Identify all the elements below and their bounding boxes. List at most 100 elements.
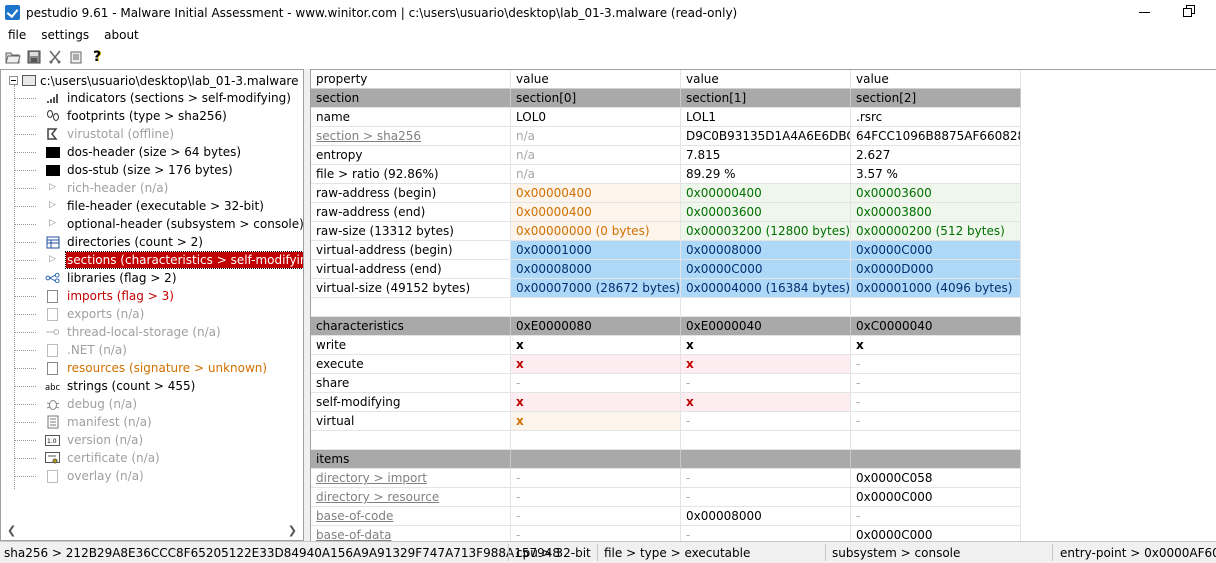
grid-cell-value: [681, 450, 851, 469]
grid-group-header[interactable]: items: [311, 450, 1021, 469]
grid-row[interactable]: directory > import - -0x0000C058: [311, 469, 1021, 488]
grid-row[interactable]: name LOL0 LOL1 .rsrc: [311, 108, 1021, 127]
cut-icon[interactable]: [46, 48, 64, 66]
tree-item-label: exports (n/a): [67, 307, 145, 321]
grid-cell-property: entropy: [311, 146, 511, 165]
virustotal-icon: [45, 127, 60, 141]
chevron-right-icon[interactable]: ▷: [49, 218, 56, 228]
grid-cell-value: 0x0000C000: [851, 526, 1021, 541]
scroll-right-icon[interactable]: ❯: [288, 524, 297, 537]
file-window-icon: [22, 75, 36, 86]
chevron-right-icon[interactable]: ▷: [49, 182, 56, 192]
chevron-right-icon[interactable]: ▷: [49, 254, 56, 264]
tree-horizontal-scrollbar[interactable]: ❮ ❯: [1, 523, 303, 540]
grid-cell-value: -: [681, 469, 851, 488]
grid-row[interactable]: base-of-code -0x00008000-: [311, 507, 1021, 526]
tree-item-label: sections (characteristics > self-modifyi…: [65, 251, 303, 269]
grid-cell-value: n/a: [511, 146, 681, 165]
grid-cell-property: file > ratio (92.86%): [311, 165, 511, 184]
directories-icon: [45, 235, 60, 249]
grid-cell-value: x: [511, 355, 681, 374]
grid-cell-value: x: [681, 355, 851, 374]
grid-cell-value: -: [851, 393, 1021, 412]
pestudio-app-icon: [5, 5, 20, 20]
grid-cell-value: 0x00003600: [851, 184, 1021, 203]
grid-cell-value: x: [851, 336, 1021, 355]
grid-cell-property: virtual-size (49152 bytes): [311, 279, 511, 298]
grid-row[interactable]: [311, 298, 1021, 317]
clipboard-icon[interactable]: [67, 48, 85, 66]
menu-about[interactable]: about: [96, 28, 146, 42]
grid-cell-value: 89.29 %: [681, 165, 851, 184]
grid-row[interactable]: execute x x -: [311, 355, 1021, 374]
help-icon[interactable]: ?: [88, 48, 106, 66]
grid-cell-property: base-of-code: [311, 507, 511, 526]
manifest-icon: [45, 415, 60, 429]
grid-row[interactable]: raw-address (end) 0x00000400 0x00003600 0x0…: [311, 203, 1021, 222]
grid-cell-value: 0x0000C000: [851, 488, 1021, 507]
grid-row[interactable]: raw-address (begin) 0x00000400 0x00000400 0…: [311, 184, 1021, 203]
grid-column-header[interactable]: property value value value: [311, 70, 1021, 89]
grid-cell-value: 0x0000C000: [851, 241, 1021, 260]
console-icon: [45, 164, 60, 176]
grid-row[interactable]: virtual-address (end) 0x00008000 0x0000C00…: [311, 260, 1021, 279]
grid-cell-property: characteristics: [311, 317, 511, 336]
grid-cell-value: 3.57 %: [851, 165, 1021, 184]
grid-row[interactable]: [311, 431, 1021, 450]
grid-cell-value: 0xC0000040: [851, 317, 1021, 336]
tree-item-label: optional-header (subsystem > console): [67, 217, 304, 231]
grid-group-header[interactable]: characteristics 0xE0000080 0xE0000040 0xC00…: [311, 317, 1021, 336]
grid-row[interactable]: entropy n/a 7.815 2.627: [311, 146, 1021, 165]
connector-icon: [45, 325, 60, 339]
sections-grid-pane: property value value value section section[0]…: [310, 69, 1216, 541]
grid-row[interactable]: virtual-address (begin) 0x00001000 0x00008…: [311, 241, 1021, 260]
menu-file[interactable]: file: [0, 28, 33, 42]
grid-cell-value: D9C0B93135D1A4A6E6DBCB...: [681, 127, 851, 146]
grid-row[interactable]: base-of-data - -0x0000C000: [311, 526, 1021, 541]
grid-row[interactable]: file > ratio (92.86%) n/a 89.29 % 3.57 %: [311, 165, 1021, 184]
grid-group-header[interactable]: section section[0] section[1] section[2]: [311, 89, 1021, 108]
grid-row[interactable]: section > sha256n/aD9C0B93135D1A4A6E6DBC…: [311, 127, 1021, 146]
grid-cell-property: raw-address (begin): [311, 184, 511, 203]
grid-row[interactable]: virtual-size (49152 bytes) 0x00007000 (28…: [311, 279, 1021, 298]
grid-cell-value: 0xE0000080: [511, 317, 681, 336]
grid-cell-value: x: [511, 393, 681, 412]
tree-item-label: rich-header (n/a): [67, 181, 169, 195]
grid-cell-value: n/a: [511, 127, 681, 146]
bug-icon: [45, 397, 60, 411]
grid-cell-value: value: [681, 70, 851, 89]
grid-cell-value: [851, 298, 1021, 317]
tree-item-label: thread-local-storage (n/a): [67, 325, 221, 339]
strings-icon: abc: [45, 379, 60, 393]
grid-cell-value: [681, 431, 851, 450]
grid-cell-property: section > sha256: [311, 127, 511, 146]
grid-cell-value: -: [681, 526, 851, 541]
tree-root[interactable]: c:\users\usuario\desktop\lab_01-3.malwar…: [9, 72, 298, 89]
tree-item-label: directories (count > 2): [67, 235, 203, 249]
collapse-icon[interactable]: [9, 76, 18, 85]
grid-row[interactable]: virtual x - -: [311, 412, 1021, 431]
grid-row[interactable]: raw-size (13312 bytes) 0x00000000 (0 byte…: [311, 222, 1021, 241]
tree-item-label: virustotal (offline): [67, 127, 175, 141]
grid-row[interactable]: self-modifying x x -: [311, 393, 1021, 412]
grid-cell-value: .rsrc: [851, 108, 1021, 127]
grid-row[interactable]: write x x x: [311, 336, 1021, 355]
minimize-icon[interactable]: [1138, 4, 1152, 18]
grid-cell-property: raw-size (13312 bytes): [311, 222, 511, 241]
scroll-left-icon[interactable]: ❮: [7, 524, 16, 537]
grid-cell-value: 0x0000C000: [681, 260, 851, 279]
grid-cell-property: section: [311, 89, 511, 108]
bar-chart-icon: [45, 91, 60, 105]
chevron-right-icon[interactable]: ▷: [49, 200, 56, 210]
restore-icon[interactable]: [1183, 5, 1195, 17]
grid-row[interactable]: share - - -: [311, 374, 1021, 393]
menu-settings[interactable]: settings: [33, 28, 96, 42]
grid-cell-value: -: [851, 355, 1021, 374]
grid-cell-value: -: [681, 374, 851, 393]
open-folder-icon[interactable]: [4, 48, 22, 66]
save-icon[interactable]: [25, 48, 43, 66]
grid-cell-value: 0x00003600: [681, 203, 851, 222]
grid-cell-value: x: [681, 336, 851, 355]
grid-row[interactable]: directory > resource - -0x0000C000: [311, 488, 1021, 507]
grid-cell-value: x: [511, 412, 681, 431]
